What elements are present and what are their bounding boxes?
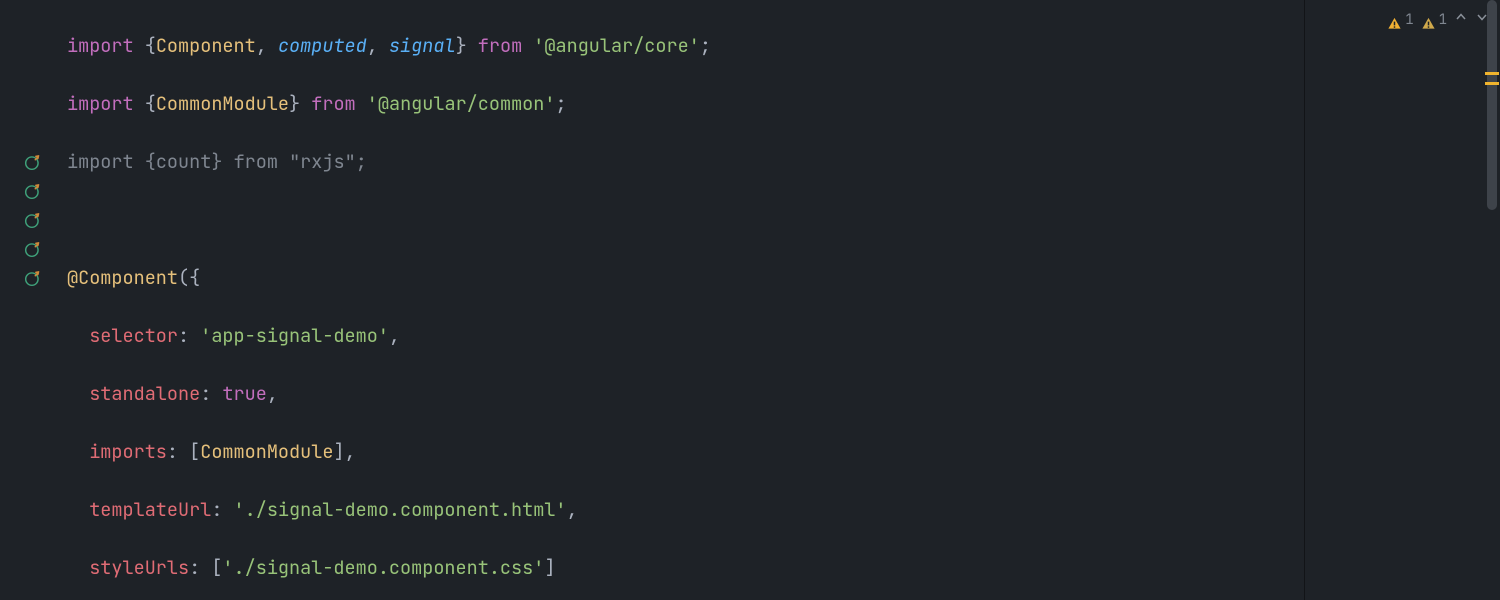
code-line: @Component({	[67, 263, 1297, 292]
scrollbar-mark[interactable]	[1485, 72, 1499, 75]
gutter	[0, 0, 48, 600]
code-line	[67, 205, 1297, 234]
editor-code-area[interactable]: import {Component, computed, signal} fro…	[67, 2, 1297, 600]
vertical-scrollbar[interactable]	[1487, 0, 1497, 600]
scrollbar-thumb[interactable]	[1487, 0, 1497, 210]
inspections-widget[interactable]: 1 1	[1387, 6, 1489, 35]
scrollbar-mark[interactable]	[1485, 82, 1499, 85]
code-line: import {CommonModule} from '@angular/com…	[67, 89, 1297, 118]
inspection-error-value: 1	[1405, 6, 1413, 35]
inspection-error-count[interactable]: 1	[1387, 6, 1413, 35]
code-line: standalone: true,	[67, 379, 1297, 408]
code-line: selector: 'app-signal-demo',	[67, 321, 1297, 350]
code-line: imports: [CommonModule],	[67, 437, 1297, 466]
inspection-warning-value: 1	[1439, 6, 1447, 35]
gutter-override-icon[interactable]	[24, 179, 44, 199]
code-line: import {count} from "rxjs";	[67, 147, 1297, 176]
weak-warning-triangle-icon	[1421, 13, 1436, 28]
prev-highlight-button[interactable]	[1454, 6, 1468, 35]
code-line: templateUrl: './signal-demo.component.ht…	[67, 495, 1297, 524]
editor-splitter[interactable]	[1304, 0, 1305, 600]
gutter-override-icon[interactable]	[24, 208, 44, 228]
code-line: styleUrls: ['./signal-demo.component.css…	[67, 553, 1297, 582]
gutter-override-icon[interactable]	[24, 266, 44, 286]
code-line: import {Component, computed, signal} fro…	[67, 31, 1297, 60]
inspection-warning-count[interactable]: 1	[1421, 6, 1447, 35]
gutter-override-icon[interactable]	[24, 150, 44, 170]
gutter-override-icon[interactable]	[24, 237, 44, 257]
warning-triangle-icon	[1387, 13, 1402, 28]
